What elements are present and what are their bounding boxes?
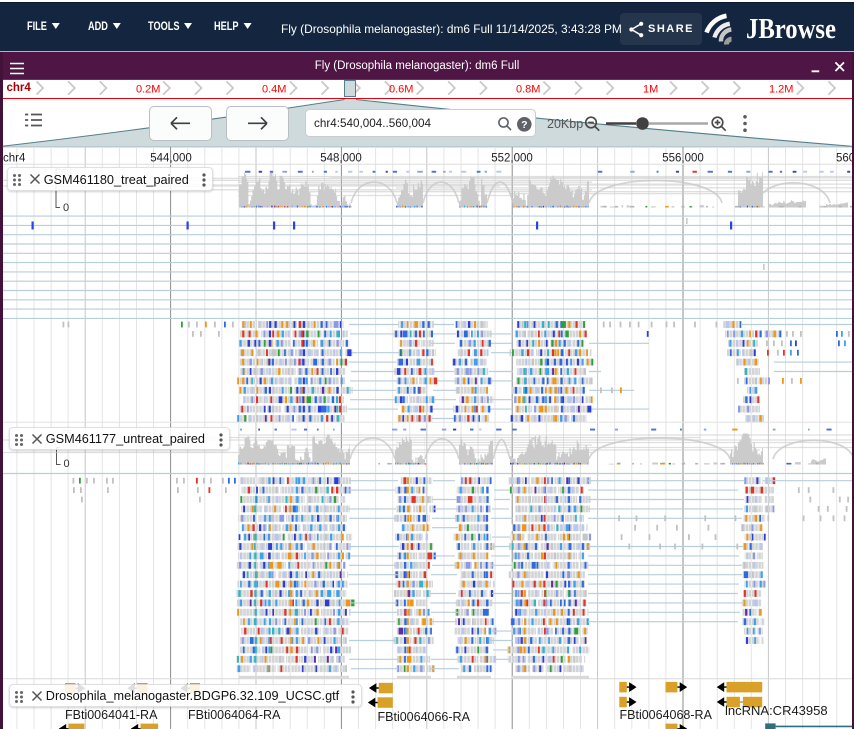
svg-text:1M: 1M [643, 84, 658, 96]
svg-text:FBti0064066-RA: FBti0064066-RA [378, 710, 471, 724]
svg-text:FBti0064064-RA: FBti0064064-RA [188, 708, 281, 722]
svg-text:1.2M: 1.2M [769, 84, 793, 96]
svg-text:0.2M: 0.2M [136, 84, 160, 96]
svg-text:lncRNA:CR43958: lncRNA:CR43958 [725, 703, 828, 718]
svg-text:FBti0064068-RA: FBti0064068-RA [620, 708, 713, 722]
svg-text:0.6M: 0.6M [389, 84, 413, 96]
svg-text:544,000: 544,000 [150, 153, 192, 165]
svg-text:0.8M: 0.8M [516, 84, 540, 96]
svg-text:chr4: chr4 [3, 153, 26, 165]
svg-text:FBti0064041-RA: FBti0064041-RA [65, 708, 158, 722]
svg-text:552,000: 552,000 [491, 153, 533, 165]
svg-text:0: 0 [63, 202, 69, 214]
svg-text:556,000: 556,000 [662, 153, 704, 165]
svg-text:548,000: 548,000 [320, 153, 362, 165]
svg-text:0: 0 [64, 458, 70, 470]
svg-text:?: ? [521, 119, 527, 131]
svg-text:0.4M: 0.4M [262, 84, 286, 96]
